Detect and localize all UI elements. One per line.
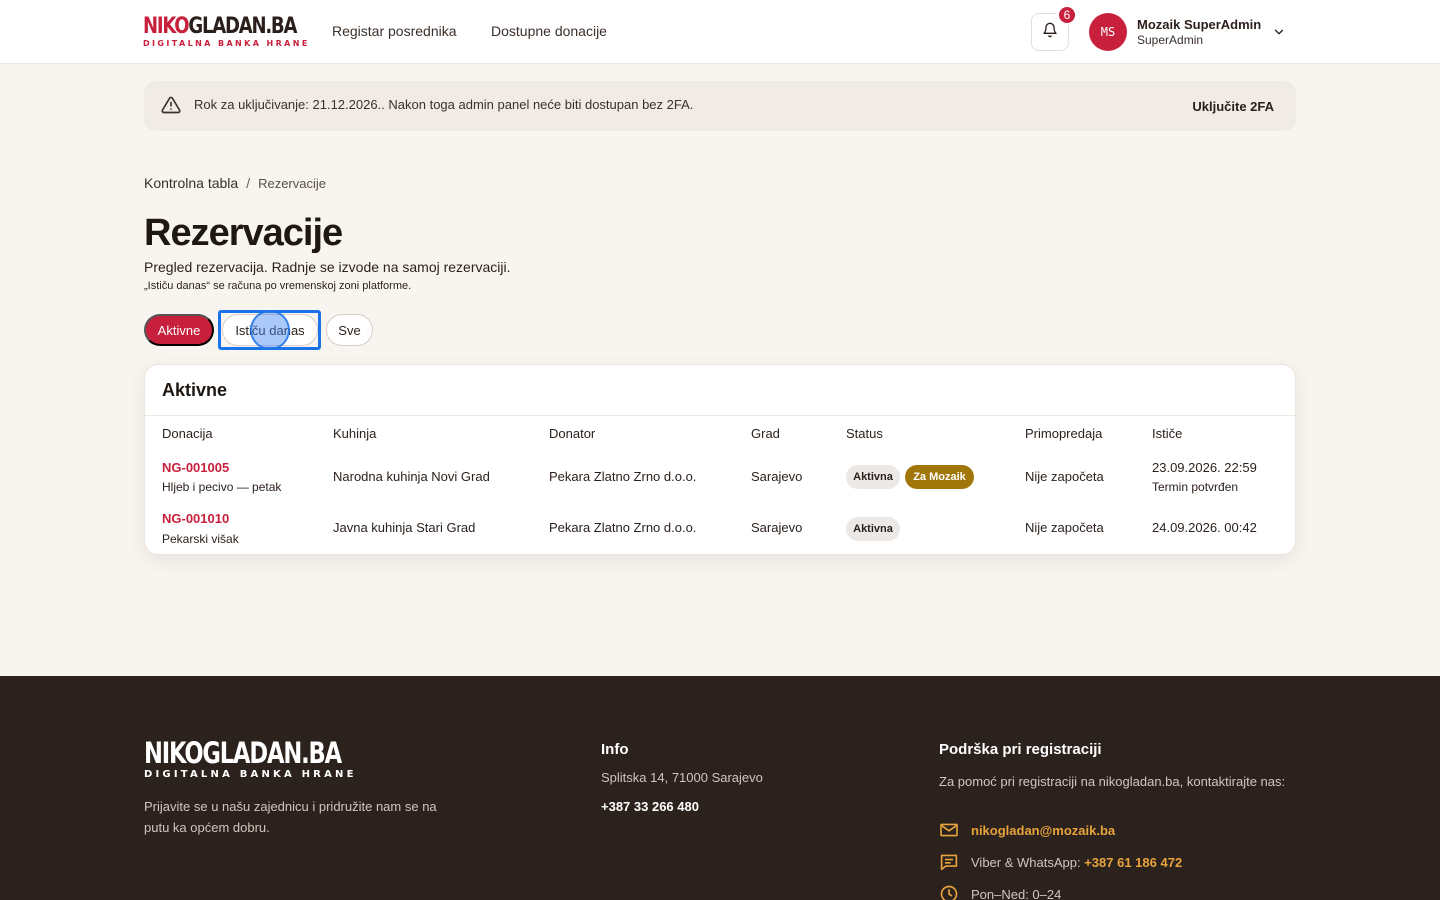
- donation-name: Pekarski višak: [162, 532, 239, 546]
- footer-hours: Pon–Ned: 0–24: [971, 886, 1062, 900]
- donor-name: Pekara Zlatno Zrno d.o.o.: [549, 520, 697, 535]
- notifications-button[interactable]: 6: [1031, 5, 1077, 51]
- donor-name: Pekara Zlatno Zrno d.o.o.: [549, 469, 697, 484]
- footer: NIKOGLADAN.BA DIGITALNA BANKA HRANE Prij…: [0, 676, 1440, 900]
- avatar[interactable]: MS: [1089, 13, 1127, 51]
- footer-email-row: nikogladan@mozaik.ba: [939, 822, 1115, 838]
- user-name[interactable]: Mozaik SuperAdmin: [1137, 17, 1261, 32]
- breadcrumb: Kontrolna tabla / Rezervacije: [144, 175, 326, 191]
- card-title: Aktivne: [162, 380, 228, 400]
- col-header-istice: Ističe: [1152, 426, 1183, 441]
- footer-viber-link[interactable]: +387 61 186 472: [1084, 855, 1182, 870]
- expires-at: 24.09.2026. 00:42: [1152, 520, 1257, 535]
- footer-info-heading: Info: [601, 741, 629, 758]
- city-name: Sarajevo: [751, 469, 803, 484]
- footer-phone-link[interactable]: +387 33 266 480: [601, 799, 699, 814]
- city-name: Sarajevo: [751, 520, 803, 535]
- handover-status: Nije započeta: [1025, 520, 1104, 535]
- handover-status: Nije započeta: [1025, 469, 1104, 484]
- col-header-kuhinja: Kuhinja: [333, 426, 377, 441]
- top-header: NIKOGLADAN.BA DIGITALNA BANKA HRANE Regi…: [0, 0, 1440, 64]
- footer-logo[interactable]: NIKOGLADAN.BA DIGITALNA BANKA HRANE: [144, 736, 396, 781]
- bell-icon: [1042, 22, 1058, 43]
- chat-icon: [939, 853, 959, 871]
- col-header-donacija: Donacija: [162, 426, 213, 441]
- filter-sve[interactable]: Sve: [326, 314, 373, 346]
- user-role: SuperAdmin: [1137, 33, 1204, 47]
- alert-text: Rok za uključivanje: 21.12.2026.. Nakon …: [194, 97, 694, 112]
- donation-id-link[interactable]: NG-001010: [162, 511, 229, 526]
- logo-tagline: DIGITALNA BANKA HRANE: [143, 39, 310, 48]
- mail-icon: [939, 822, 959, 838]
- kitchen-name: Javna kuhinja Stari Grad: [333, 520, 476, 535]
- card-divider: [145, 415, 1295, 416]
- twofa-alert: Rok za uključivanje: 21.12.2026.. Nakon …: [144, 81, 1296, 131]
- col-header-donator: Donator: [549, 426, 596, 441]
- donation-name: Hljeb i pecivo — petak: [162, 480, 282, 494]
- logo-part-dark: GLADAN.BA: [188, 14, 297, 39]
- footer-email-link[interactable]: nikogladan@mozaik.ba: [971, 823, 1115, 838]
- breadcrumb-current: Rezervacije: [258, 176, 326, 191]
- page-note: „Ističu danas“ se računa po vremenskoj z…: [144, 280, 412, 292]
- enable-2fa-link[interactable]: Uključite 2FA: [1192, 99, 1274, 114]
- status-badge: Aktivna: [846, 517, 900, 541]
- footer-support-text: Za pomoć pri registraciji na nikogladan.…: [939, 774, 1286, 789]
- breadcrumb-separator: /: [246, 175, 251, 191]
- chevron-down-icon[interactable]: [1272, 25, 1286, 44]
- kitchen-name: Narodna kuhinja Novi Grad: [333, 469, 490, 484]
- footer-viber-label: Viber & WhatsApp:: [971, 854, 1081, 870]
- mozaik-badge: Za Mozaik: [905, 465, 974, 489]
- notification-count-badge: 6: [1057, 5, 1077, 25]
- col-header-grad: Grad: [751, 426, 780, 441]
- col-header-primopredaja: Primopredaja: [1025, 426, 1103, 441]
- page-subtitle: Pregled rezervacija. Radnje se izvode na…: [144, 259, 511, 275]
- clock-icon: [939, 884, 959, 900]
- reservations-card: Aktivne Donacija Kuhinja Donator Grad St…: [144, 364, 1296, 555]
- brand-logo[interactable]: NIKOGLADAN.BA DIGITALNA BANKA HRANE: [143, 14, 330, 49]
- footer-support-heading: Podrška pri registraciji: [939, 741, 1102, 758]
- expires-at: 23.09.2026. 22:59: [1152, 460, 1257, 475]
- nav-registar-posrednika[interactable]: Registar posrednika: [332, 23, 457, 39]
- expires-note: Termin potvrđen: [1152, 480, 1239, 494]
- status-badge: Aktivna: [846, 465, 900, 489]
- filter-aktivne[interactable]: Aktivne: [144, 314, 214, 346]
- nav-dostupne-donacije[interactable]: Dostupne donacije: [491, 23, 607, 39]
- footer-viber-row: Viber & WhatsApp: +387 61 186 472: [939, 853, 1182, 871]
- donation-id-link[interactable]: NG-001005: [162, 460, 229, 475]
- footer-logo-tagline: DIGITALNA BANKA HRANE: [144, 769, 357, 780]
- warning-icon: [161, 95, 181, 120]
- page-title: Rezervacije: [144, 212, 343, 254]
- footer-hours-row: Pon–Ned: 0–24: [939, 884, 1061, 900]
- footer-tagline: Prijavite se u našu zajednicu i pridruži…: [144, 799, 437, 835]
- col-header-status: Status: [846, 426, 883, 441]
- breadcrumb-dashboard-link[interactable]: Kontrolna tabla: [144, 175, 238, 191]
- logo-part-red: NIKO: [143, 14, 190, 39]
- footer-address: Splitska 14, 71000 Sarajevo: [601, 770, 763, 785]
- footer-logo-text: NIKOGLADAN.BA: [144, 736, 342, 770]
- click-indicator: [250, 310, 290, 350]
